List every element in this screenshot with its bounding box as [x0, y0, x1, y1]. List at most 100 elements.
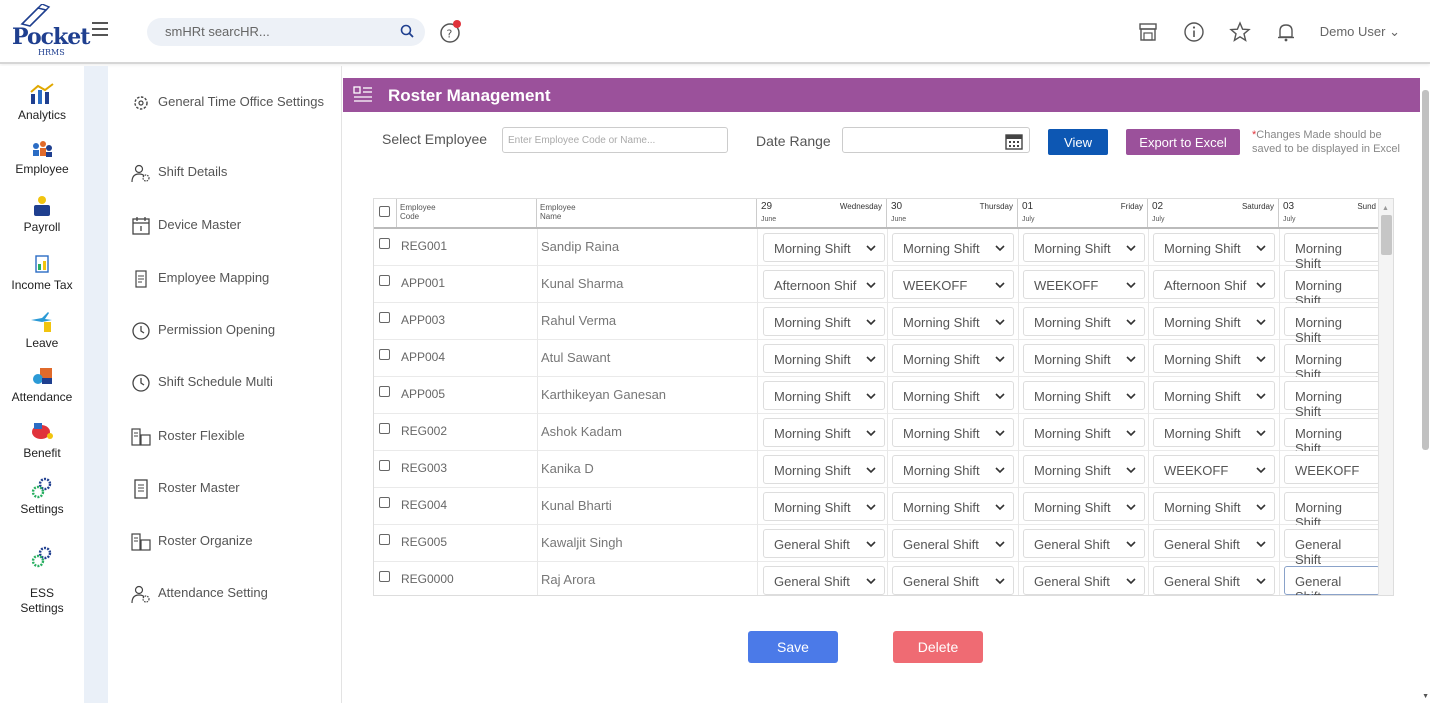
submenu-device-master[interactable]: Device Master	[130, 215, 330, 237]
shift-select[interactable]: WEEKOFF	[1153, 455, 1275, 484]
info-icon[interactable]	[1182, 20, 1206, 44]
export-to-excel-button[interactable]: Export to Excel	[1126, 129, 1240, 155]
submenu-roster-flexible[interactable]: Roster Flexible	[130, 426, 330, 448]
shift-select[interactable]: Morning Shift	[1023, 344, 1145, 373]
grid-scrollbar[interactable]: ▲	[1378, 199, 1393, 595]
submenu-shift-details[interactable]: Shift Details	[130, 162, 330, 184]
shift-select[interactable]: Morning Shift	[1153, 418, 1275, 447]
shift-select[interactable]: Morning Shift	[763, 381, 885, 410]
shift-select[interactable]: Morning Shift	[1284, 381, 1380, 419]
search-icon[interactable]	[399, 23, 415, 44]
row-checkbox[interactable]	[379, 238, 390, 249]
save-button[interactable]: Save	[748, 631, 838, 663]
shift-select[interactable]: Morning Shift	[892, 381, 1014, 410]
shift-select[interactable]: Morning Shift	[1153, 344, 1275, 373]
page-scrollbar[interactable]: ▼	[1420, 78, 1430, 703]
shift-select[interactable]: WEEKOFF	[1284, 455, 1380, 484]
row-checkbox[interactable]	[379, 534, 390, 545]
shift-select[interactable]: Morning Shift	[1284, 233, 1380, 271]
row-checkbox[interactable]	[379, 386, 390, 397]
shift-select[interactable]: General Shift	[892, 529, 1014, 558]
pocket-hrms-logo[interactable]: Pocket HRMS	[10, 4, 90, 60]
shift-select[interactable]: WEEKOFF	[892, 270, 1014, 299]
shift-select[interactable]: Morning Shift	[1023, 381, 1145, 410]
shift-select[interactable]: WEEKOFF	[1023, 270, 1145, 299]
row-checkbox[interactable]	[379, 460, 390, 471]
shift-select[interactable]: Morning Shift	[1153, 492, 1275, 521]
shift-select[interactable]: Morning Shift	[763, 307, 885, 336]
page-scroll-thumb[interactable]	[1422, 90, 1429, 450]
shift-select[interactable]: Morning Shift	[892, 418, 1014, 447]
shift-select[interactable]: General Shift	[1153, 529, 1275, 558]
nav-benefit[interactable]: Benefit	[0, 420, 84, 460]
shift-select[interactable]: Morning Shift	[763, 492, 885, 521]
row-checkbox[interactable]	[379, 571, 390, 582]
row-checkbox[interactable]	[379, 275, 390, 286]
shift-select[interactable]: Morning Shift	[892, 455, 1014, 484]
calendar-icon[interactable]	[1005, 132, 1023, 150]
shift-select[interactable]: Morning Shift	[763, 233, 885, 262]
scroll-up-icon[interactable]: ▲	[1382, 205, 1389, 212]
shift-select[interactable]: Morning Shift	[892, 344, 1014, 373]
scroll-down-icon[interactable]: ▼	[1422, 693, 1429, 700]
submenu-roster-master[interactable]: Roster Master	[130, 478, 330, 500]
shift-select[interactable]: General Shift	[763, 529, 885, 558]
submenu-shift-schedule-multi[interactable]: Shift Schedule Multi	[130, 372, 330, 394]
shift-select[interactable]: Morning Shift	[763, 344, 885, 373]
bell-icon[interactable]	[1274, 20, 1298, 44]
user-menu[interactable]: Demo User ⌄	[1320, 24, 1400, 40]
view-button[interactable]: View	[1048, 129, 1108, 155]
shift-select[interactable]: Morning Shift	[892, 307, 1014, 336]
shift-select[interactable]: Morning Shift	[1153, 233, 1275, 262]
store-icon[interactable]	[1136, 20, 1160, 44]
shift-select[interactable]: Morning Shift	[1023, 492, 1145, 521]
shift-select[interactable]: General Shift	[1284, 529, 1380, 567]
shift-select[interactable]: Morning Shift	[1153, 381, 1275, 410]
shift-select[interactable]: General Shift	[1284, 566, 1380, 595]
nav-income-tax[interactable]: Income Tax	[0, 252, 84, 292]
nav-attendance[interactable]: Attendance	[0, 364, 84, 404]
nav-ess-settings[interactable]: ESS Settings	[0, 530, 84, 616]
delete-button[interactable]: Delete	[893, 631, 983, 663]
shift-select[interactable]: General Shift	[1023, 566, 1145, 595]
shift-select[interactable]: Morning Shift	[1284, 418, 1380, 456]
shift-select[interactable]: Morning Shift	[763, 418, 885, 447]
submenu-permission-opening[interactable]: Permission Opening	[130, 320, 330, 342]
star-icon[interactable]	[1228, 20, 1252, 44]
date-range-input[interactable]	[842, 127, 1030, 153]
shift-select[interactable]: Morning Shift	[1284, 344, 1380, 382]
shift-select[interactable]: General Shift	[763, 566, 885, 595]
shift-select[interactable]: General Shift	[1023, 529, 1145, 558]
shift-select[interactable]: General Shift	[892, 566, 1014, 595]
nav-employee[interactable]: Employee	[0, 136, 84, 176]
employee-search-input[interactable]	[502, 127, 728, 153]
shift-select[interactable]: Morning Shift	[1023, 455, 1145, 484]
shift-select[interactable]: General Shift	[1153, 566, 1275, 595]
shift-select[interactable]: Morning Shift	[892, 233, 1014, 262]
shift-select[interactable]: Morning Shift	[1153, 307, 1275, 336]
search-input[interactable]	[165, 24, 395, 39]
row-checkbox[interactable]	[379, 349, 390, 360]
submenu-employee-mapping[interactable]: Employee Mapping	[130, 268, 330, 290]
nav-leave[interactable]: Leave	[0, 310, 84, 350]
shift-select[interactable]: Afternoon Shif	[1153, 270, 1275, 299]
row-checkbox[interactable]	[379, 423, 390, 434]
select-all-checkbox[interactable]	[379, 206, 390, 217]
submenu-attendance-setting[interactable]: Attendance Setting	[130, 583, 330, 605]
shift-select[interactable]: Morning Shift	[1284, 492, 1380, 530]
menu-toggle-icon[interactable]	[92, 22, 108, 36]
shift-select[interactable]: Morning Shift	[1023, 307, 1145, 336]
nav-payroll[interactable]: Payroll	[0, 194, 84, 234]
scroll-thumb[interactable]	[1381, 215, 1392, 255]
shift-select[interactable]: Afternoon Shif	[763, 270, 885, 299]
nav-analytics[interactable]: Analytics	[0, 82, 84, 122]
shift-select[interactable]: Morning Shift	[1023, 418, 1145, 447]
shift-select[interactable]: Morning Shift	[1284, 307, 1380, 345]
shift-select[interactable]: Morning Shift	[763, 455, 885, 484]
row-checkbox[interactable]	[379, 312, 390, 323]
shift-select[interactable]: Morning Shift	[892, 492, 1014, 521]
submenu-general-time-office-settings[interactable]: General Time Office Settings	[130, 92, 330, 114]
nav-settings[interactable]: Settings	[0, 476, 84, 516]
row-checkbox[interactable]	[379, 497, 390, 508]
help-icon[interactable]: ?	[439, 20, 463, 44]
